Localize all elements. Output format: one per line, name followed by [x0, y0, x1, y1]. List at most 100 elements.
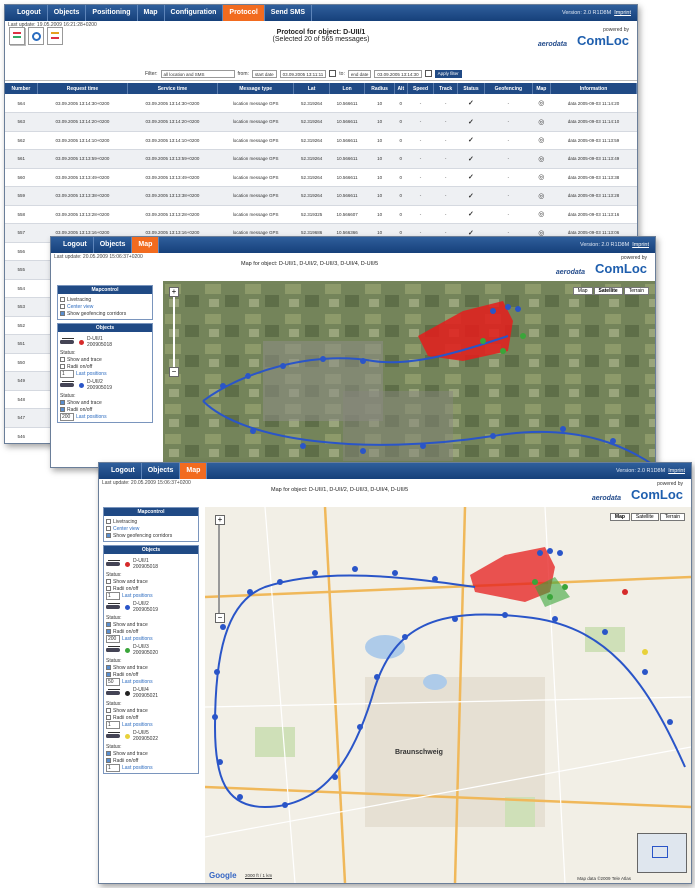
map-type-terrain[interactable]: Terrain: [659, 513, 685, 521]
nav-tab-configuration[interactable]: Configuration: [165, 5, 224, 21]
column-header[interactable]: Service time: [127, 83, 218, 94]
table-cell: 0: [394, 131, 408, 150]
city-label: Braunschweig: [395, 749, 443, 756]
object-item[interactable]: D-UII/5 200905022: [106, 728, 196, 744]
table-cell: 03.09.2005 13:13:28+0200: [127, 205, 218, 224]
nav-tab-logout[interactable]: Logout: [11, 5, 48, 21]
column-header[interactable]: Alt: [394, 83, 408, 94]
to-date-input[interactable]: 03.09.2005 13:14:30: [374, 69, 422, 78]
object-item[interactable]: D-UII/1 200905018: [60, 334, 150, 350]
nav-tab-logout[interactable]: Logout: [105, 463, 142, 479]
show-trace-checkbox[interactable]: Show and trace: [60, 356, 150, 363]
table-cell: 03.09.2005 13:14:30+0200: [127, 94, 218, 113]
show-trace-checkbox[interactable]: Show and trace: [60, 399, 150, 406]
map-locate-icon[interactable]: ◎: [532, 94, 551, 113]
column-header[interactable]: Radius: [364, 83, 395, 94]
overview-map[interactable]: [637, 833, 687, 873]
show-trace-checkbox[interactable]: Show and trace: [106, 750, 196, 757]
map-locate-icon[interactable]: ◎: [532, 149, 551, 169]
show-trace-checkbox[interactable]: Show and trace: [106, 664, 196, 671]
object-item[interactable]: D-UII/3 200905020: [106, 642, 196, 658]
table-row[interactable]: 561 03.09.2005 13:13:59+0200 03.09.2005 13…: [5, 149, 637, 169]
last-positions[interactable]: 1 Last positions: [106, 763, 196, 772]
table-cell: 554: [5, 279, 38, 298]
table-row[interactable]: 564 03.09.2005 13:14:30+0200 03.09.2005 13…: [5, 94, 637, 113]
zoom-control[interactable]: + −: [169, 287, 179, 377]
table-cell: -: [433, 205, 458, 224]
last-positions[interactable]: 1 Last positions: [106, 591, 196, 600]
nav-tab-objects[interactable]: Objects: [142, 463, 181, 479]
nav-tab-objects[interactable]: Objects: [94, 237, 133, 253]
map-type-terrain[interactable]: Terrain: [623, 287, 649, 295]
table-cell: 0: [394, 94, 408, 113]
filter-select[interactable]: all location and SMS: [160, 69, 235, 78]
map-locate-icon[interactable]: ◎: [532, 131, 551, 150]
calendar-icon[interactable]: [329, 70, 337, 77]
object-item[interactable]: D-UII/2 200905019: [106, 599, 196, 615]
table-row[interactable]: 558 03.09.2005 13:13:28+0200 03.09.2005 13…: [5, 205, 637, 224]
nav-tab-send-sms[interactable]: Send SMS: [265, 5, 313, 21]
column-header[interactable]: Map: [532, 83, 552, 94]
map-type-map[interactable]: Map: [572, 287, 593, 295]
column-header[interactable]: Geofencing: [484, 83, 533, 94]
show-trace-checkbox[interactable]: Show and trace: [106, 707, 196, 714]
calendar-icon[interactable]: [424, 70, 432, 77]
from-date-input[interactable]: 03.09.2005 13:11:11: [279, 69, 327, 78]
to-type-select[interactable]: end date: [347, 69, 372, 78]
table-row[interactable]: 560 03.09.2005 13:13:49+0200 03.09.2005 13…: [5, 168, 637, 187]
map-locate-icon[interactable]: ◎: [532, 168, 551, 187]
last-positions[interactable]: 1 Last positions: [106, 720, 196, 729]
show-trace-checkbox[interactable]: Show and trace: [106, 578, 196, 585]
nav-tab-map[interactable]: Map: [132, 237, 160, 253]
last-positions[interactable]: 50 Last positions: [106, 677, 196, 686]
map-locate-icon[interactable]: ◎: [532, 112, 551, 132]
map-locate-icon[interactable]: ◎: [532, 186, 551, 206]
nav-tab-map[interactable]: Map: [138, 5, 165, 21]
column-header[interactable]: Number: [5, 83, 38, 94]
nav-tab-objects[interactable]: Objects: [48, 5, 87, 21]
satellite-map[interactable]: + − Map Satellite Terrain: [163, 281, 655, 467]
nav-tab-logout[interactable]: Logout: [57, 237, 94, 253]
table-row[interactable]: 562 03.09.2005 13:14:10+0200 03.09.2005 13…: [5, 131, 637, 150]
map-type-map[interactable]: Map: [609, 513, 630, 521]
nav-tab-positioning[interactable]: Positioning: [86, 5, 138, 21]
show-trace-checkbox[interactable]: Show and trace: [106, 621, 196, 628]
apply-filter-button[interactable]: Apply filter: [434, 69, 462, 78]
table-row[interactable]: 563 03.09.2005 13:14:20+0200 03.09.2005 13…: [5, 112, 637, 132]
from-type-select[interactable]: start date: [251, 69, 277, 78]
livetracing-checkbox[interactable]: Livetracing: [60, 296, 150, 303]
imprint-link[interactable]: Imprint: [632, 242, 649, 248]
object-item[interactable]: D-UII/2 200905019: [60, 377, 150, 393]
road-map[interactable]: Braunschweig + − Map Satellite Terrain G…: [205, 507, 691, 883]
object-item[interactable]: D-UII/4 200905021: [106, 685, 196, 701]
column-header[interactable]: Status: [457, 83, 486, 94]
map-type-satellite[interactable]: Satellite: [630, 513, 659, 521]
column-header[interactable]: Track: [433, 83, 458, 94]
geofencing-checkbox[interactable]: Show geofencing corridors: [106, 532, 196, 539]
column-header[interactable]: Lon: [329, 83, 366, 94]
zoom-control[interactable]: + −: [215, 515, 225, 625]
map-type-satellite[interactable]: Satellite: [593, 287, 623, 295]
geofencing-checkbox[interactable]: Show geofencing corridors: [60, 310, 150, 317]
center-view-link[interactable]: Center view: [60, 303, 150, 310]
column-header[interactable]: Speed: [407, 83, 435, 94]
imprint-link[interactable]: Imprint: [614, 10, 631, 16]
nav-tab-map[interactable]: Map: [180, 463, 208, 479]
map-locate-icon[interactable]: ◎: [532, 205, 551, 224]
column-header[interactable]: Message type: [217, 83, 295, 94]
filter-label: Filter:: [145, 70, 158, 77]
table-cell: location message GPS: [217, 168, 294, 187]
last-positions[interactable]: 1 Last positions: [60, 369, 150, 378]
table-row[interactable]: 559 03.09.2005 13:13:38+0200 03.09.2005 13…: [5, 186, 637, 206]
column-header[interactable]: Information: [550, 83, 637, 94]
last-positions[interactable]: 200 Last positions: [60, 412, 150, 421]
nav-tab-protocol[interactable]: Protocol: [223, 5, 265, 21]
column-header[interactable]: Lat: [293, 83, 330, 94]
last-positions[interactable]: 200 Last positions: [106, 634, 196, 643]
column-header[interactable]: Request time: [37, 83, 128, 94]
livetracing-checkbox[interactable]: Livetracing: [106, 518, 196, 525]
imprint-link[interactable]: Imprint: [668, 468, 685, 474]
table-cell: 0: [394, 168, 408, 187]
center-view-link[interactable]: Center view: [106, 525, 196, 532]
object-item[interactable]: D-UII/1 200905018: [106, 556, 196, 572]
